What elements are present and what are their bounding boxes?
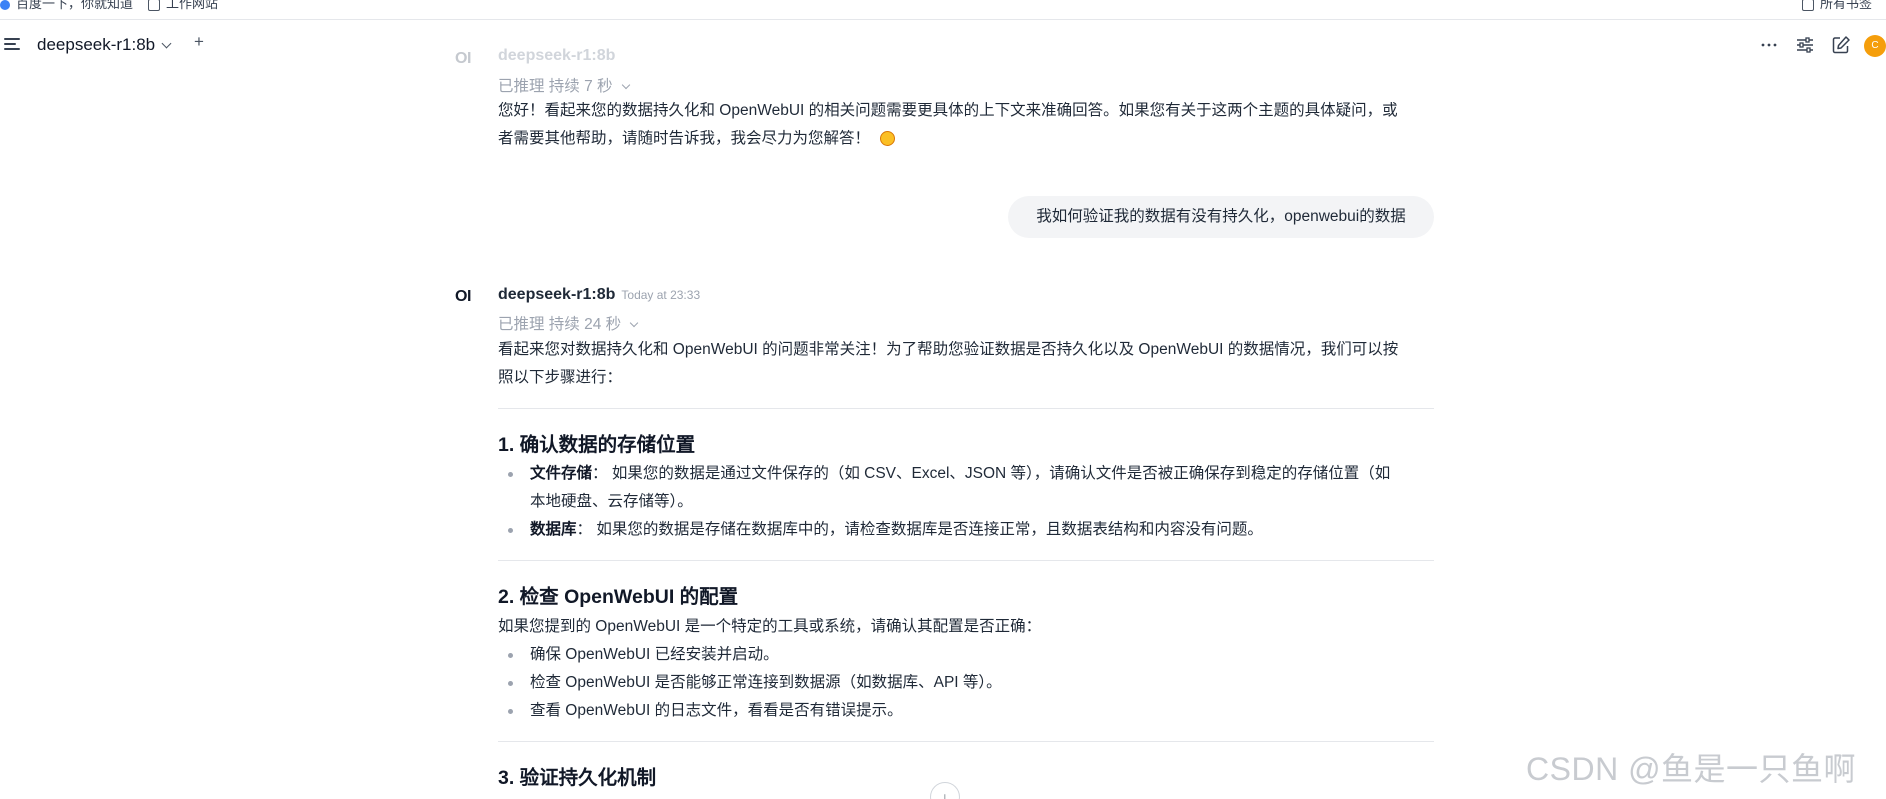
chat-messages: OI deepseek-r1:8b 已推理 持续 7 秒 您好！看起来您的数据持… (0, 0, 1886, 799)
list-item: 确保 OpenWebUI 已经安装并启动。 (508, 641, 1430, 669)
divider (498, 408, 1434, 409)
message-model-name: deepseek-r1:8b (498, 47, 616, 64)
arrow-down-icon: ↓ (941, 789, 949, 799)
reply-intro: 看起来您对数据持久化和 OpenWebUI 的问题非常关注！为了帮助您验证数据是… (498, 341, 1399, 386)
chevron-down-icon (629, 318, 639, 328)
list-item: 检查 OpenWebUI 是否能够正常连接到数据源（如数据库、API 等）。 (508, 669, 1430, 697)
divider (498, 560, 1434, 561)
divider (498, 741, 1434, 742)
list-item: 文件存储： 如果您的数据是通过文件保存的（如 CSV、Excel、JSON 等）… (508, 460, 1430, 516)
model-logo: OI (455, 50, 471, 67)
scroll-to-bottom-button[interactable]: ↓ (930, 782, 960, 799)
chevron-down-icon (621, 80, 630, 90)
reasoning-label: 已推理 持续 24 秒 (498, 316, 622, 333)
watermark: CSDN @鱼是一只鱼啊 (1526, 751, 1857, 787)
user-message-bubble: 我如何验证我的数据有没有持久化，openwebui的数据 (1008, 196, 1434, 238)
model-logo: OI (455, 288, 471, 305)
section-heading: 2. 检查 OpenWebUI 的配置 (498, 586, 739, 608)
reasoning-label: 已推理 持续 7 秒 (498, 78, 613, 95)
message-model-name: deepseek-r1:8b Today at 23:33 (498, 286, 701, 303)
list-item: 查看 OpenWebUI 的日志文件，看看是否有错误提示。 (508, 697, 1430, 725)
list-item: 数据库： 如果您的数据是存储在数据库中的，请检查数据库是否连接正常，且数据表结构… (508, 516, 1430, 544)
section-heading: 1. 确认数据的存储位置 (498, 434, 696, 456)
message-timestamp: Today at 23:33 (621, 288, 701, 302)
message-text: 您好！看起来您的数据持久化和 OpenWebUI 的相关问题需要更具体的上下文来… (498, 102, 1398, 147)
smile-emoji-icon (880, 131, 896, 147)
reasoning-toggle[interactable]: 已推理 持续 7 秒 (498, 74, 630, 96)
reasoning-toggle[interactable]: 已推理 持续 24 秒 (498, 312, 639, 334)
section-heading: 3. 验证持久化机制 (498, 767, 657, 789)
section-intro: 如果您提到的 OpenWebUI 是一个特定的工具或系统，请确认其配置是否正确： (498, 618, 1042, 635)
